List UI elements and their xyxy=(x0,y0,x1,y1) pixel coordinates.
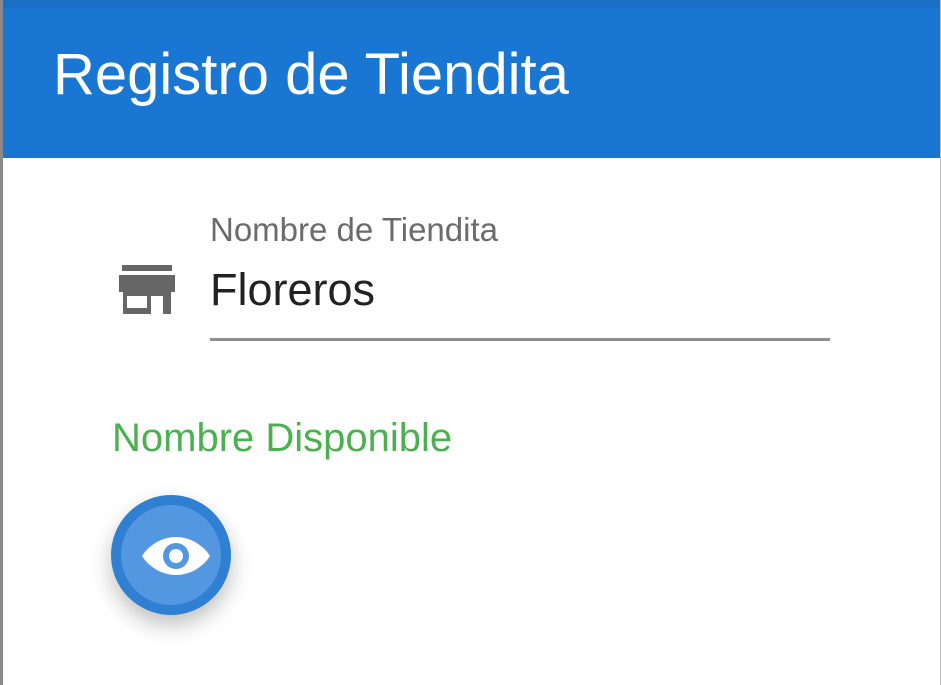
view-button[interactable] xyxy=(111,495,231,615)
app-window: Registro de Tiendita Nombre de Tiendita … xyxy=(0,0,941,685)
registration-form: Nombre de Tiendita Nombre Disponible xyxy=(3,158,940,685)
store-icon xyxy=(119,265,175,314)
app-bar: Registro de Tiendita xyxy=(3,0,940,158)
status-bar-strip xyxy=(3,0,940,8)
availability-status: Nombre Disponible xyxy=(112,416,453,460)
app-title: Registro de Tiendita xyxy=(53,42,569,107)
eye-icon xyxy=(142,537,210,575)
store-name-input[interactable] xyxy=(210,262,830,341)
store-name-label: Nombre de Tiendita xyxy=(210,211,498,248)
